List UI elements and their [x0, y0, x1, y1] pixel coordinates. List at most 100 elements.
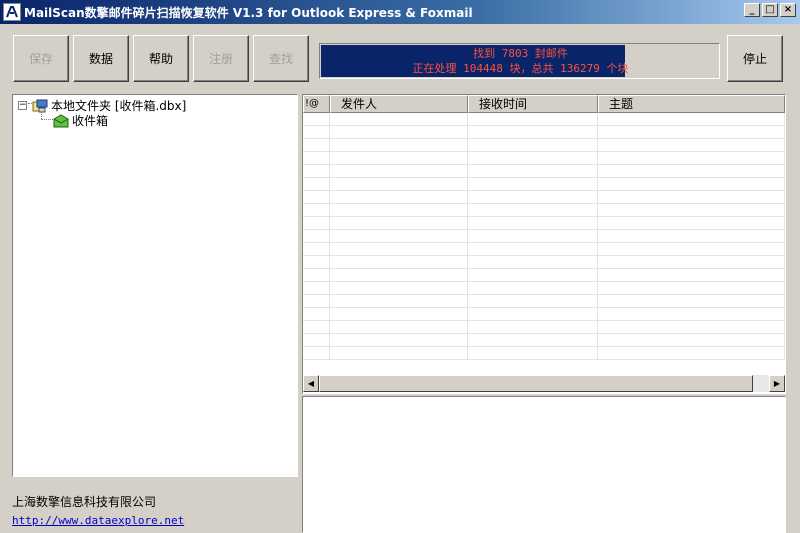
- table-cell: [330, 113, 468, 126]
- table-row[interactable]: [303, 256, 785, 269]
- column-header-flags[interactable]: !@: [303, 95, 330, 113]
- table-cell: [468, 126, 598, 139]
- table-cell: [303, 113, 330, 126]
- table-row[interactable]: [303, 347, 785, 360]
- table-cell: [598, 282, 785, 295]
- table-cell: [330, 139, 468, 152]
- table-row[interactable]: [303, 204, 785, 217]
- table-cell: [303, 347, 330, 360]
- table-cell: [303, 204, 330, 217]
- table-cell: [303, 217, 330, 230]
- scroll-right-icon[interactable]: ▶: [769, 375, 785, 392]
- table-cell: [598, 321, 785, 334]
- table-cell: [303, 295, 330, 308]
- scan-progress-bar: 找到 7803 封邮件 正在处理 104448 块，总共 136279 个块: [319, 43, 720, 79]
- company-name: 上海数擎信息科技有限公司: [12, 495, 157, 509]
- message-list[interactable]: !@ 发件人 接收时间 主题 ◀ ▶: [302, 94, 786, 394]
- tree-item-inbox[interactable]: 收件箱: [53, 112, 108, 129]
- table-cell: [330, 204, 468, 217]
- table-row[interactable]: [303, 178, 785, 191]
- table-row[interactable]: [303, 126, 785, 139]
- save-button[interactable]: 保存: [13, 35, 69, 82]
- table-row[interactable]: [303, 113, 785, 126]
- folder-tree[interactable]: − 本地文件夹 [收件箱.dbx] 收件箱: [12, 94, 298, 477]
- table-cell: [598, 334, 785, 347]
- website-link[interactable]: http://www.dataexplore.net: [12, 514, 184, 527]
- table-row[interactable]: [303, 269, 785, 282]
- column-header-subject[interactable]: 主题: [598, 95, 785, 113]
- help-button[interactable]: 帮助: [133, 35, 189, 82]
- table-cell: [598, 308, 785, 321]
- list-rows: [303, 113, 785, 375]
- table-cell: [303, 334, 330, 347]
- maximize-button[interactable]: □: [762, 3, 778, 17]
- table-cell: [468, 282, 598, 295]
- table-cell: [330, 269, 468, 282]
- register-button[interactable]: 注册: [193, 35, 249, 82]
- scroll-track[interactable]: [753, 375, 769, 392]
- inbox-icon: [53, 113, 69, 128]
- column-header-sender[interactable]: 发件人: [330, 95, 468, 113]
- table-cell: [468, 152, 598, 165]
- table-cell: [468, 191, 598, 204]
- table-cell: [598, 113, 785, 126]
- table-row[interactable]: [303, 152, 785, 165]
- table-cell: [330, 165, 468, 178]
- table-row[interactable]: [303, 334, 785, 347]
- table-row[interactable]: [303, 165, 785, 178]
- table-cell: [330, 347, 468, 360]
- table-cell: [303, 139, 330, 152]
- table-cell: [598, 269, 785, 282]
- scroll-left-icon[interactable]: ◀: [303, 375, 319, 392]
- table-row[interactable]: [303, 139, 785, 152]
- table-row[interactable]: [303, 217, 785, 230]
- table-cell: [303, 321, 330, 334]
- progress-processing-text: 正在处理 104448 块，总共 136279 个块: [412, 62, 629, 75]
- column-header-received-time[interactable]: 接收时间: [468, 95, 598, 113]
- table-cell: [303, 269, 330, 282]
- table-cell: [468, 113, 598, 126]
- table-cell: [468, 243, 598, 256]
- table-cell: [303, 126, 330, 139]
- table-cell: [303, 165, 330, 178]
- table-cell: [330, 321, 468, 334]
- table-cell: [303, 282, 330, 295]
- collapse-icon[interactable]: −: [18, 101, 27, 110]
- table-cell: [468, 256, 598, 269]
- data-button[interactable]: 数据: [73, 35, 129, 82]
- table-cell: [468, 347, 598, 360]
- title-bar: MailScan数擎邮件碎片扫描恢复软件 V1.3 for Outlook Ex…: [0, 0, 800, 24]
- table-row[interactable]: [303, 282, 785, 295]
- table-cell: [468, 269, 598, 282]
- table-cell: [330, 126, 468, 139]
- table-cell: [598, 178, 785, 191]
- message-preview-pane[interactable]: [302, 396, 786, 533]
- close-button[interactable]: ×: [780, 3, 796, 17]
- table-row[interactable]: [303, 230, 785, 243]
- table-cell: [303, 178, 330, 191]
- table-row[interactable]: [303, 191, 785, 204]
- table-cell: [330, 282, 468, 295]
- table-cell: [303, 256, 330, 269]
- table-cell: [468, 295, 598, 308]
- find-button[interactable]: 查找: [253, 35, 309, 82]
- table-cell: [468, 308, 598, 321]
- table-cell: [303, 230, 330, 243]
- stop-button[interactable]: 停止: [727, 35, 783, 82]
- table-row[interactable]: [303, 321, 785, 334]
- table-cell: [330, 256, 468, 269]
- table-cell: [598, 256, 785, 269]
- progress-status: 找到 7803 封邮件 正在处理 104448 块，总共 136279 个块: [320, 46, 721, 76]
- table-cell: [598, 295, 785, 308]
- scroll-thumb[interactable]: [319, 375, 753, 392]
- table-cell: [330, 308, 468, 321]
- table-cell: [303, 243, 330, 256]
- table-cell: [598, 204, 785, 217]
- minimize-button[interactable]: _: [744, 3, 760, 17]
- table-cell: [330, 178, 468, 191]
- table-row[interactable]: [303, 295, 785, 308]
- table-row[interactable]: [303, 308, 785, 321]
- table-row[interactable]: [303, 243, 785, 256]
- table-cell: [468, 178, 598, 191]
- horizontal-scrollbar[interactable]: ◀ ▶: [303, 375, 785, 392]
